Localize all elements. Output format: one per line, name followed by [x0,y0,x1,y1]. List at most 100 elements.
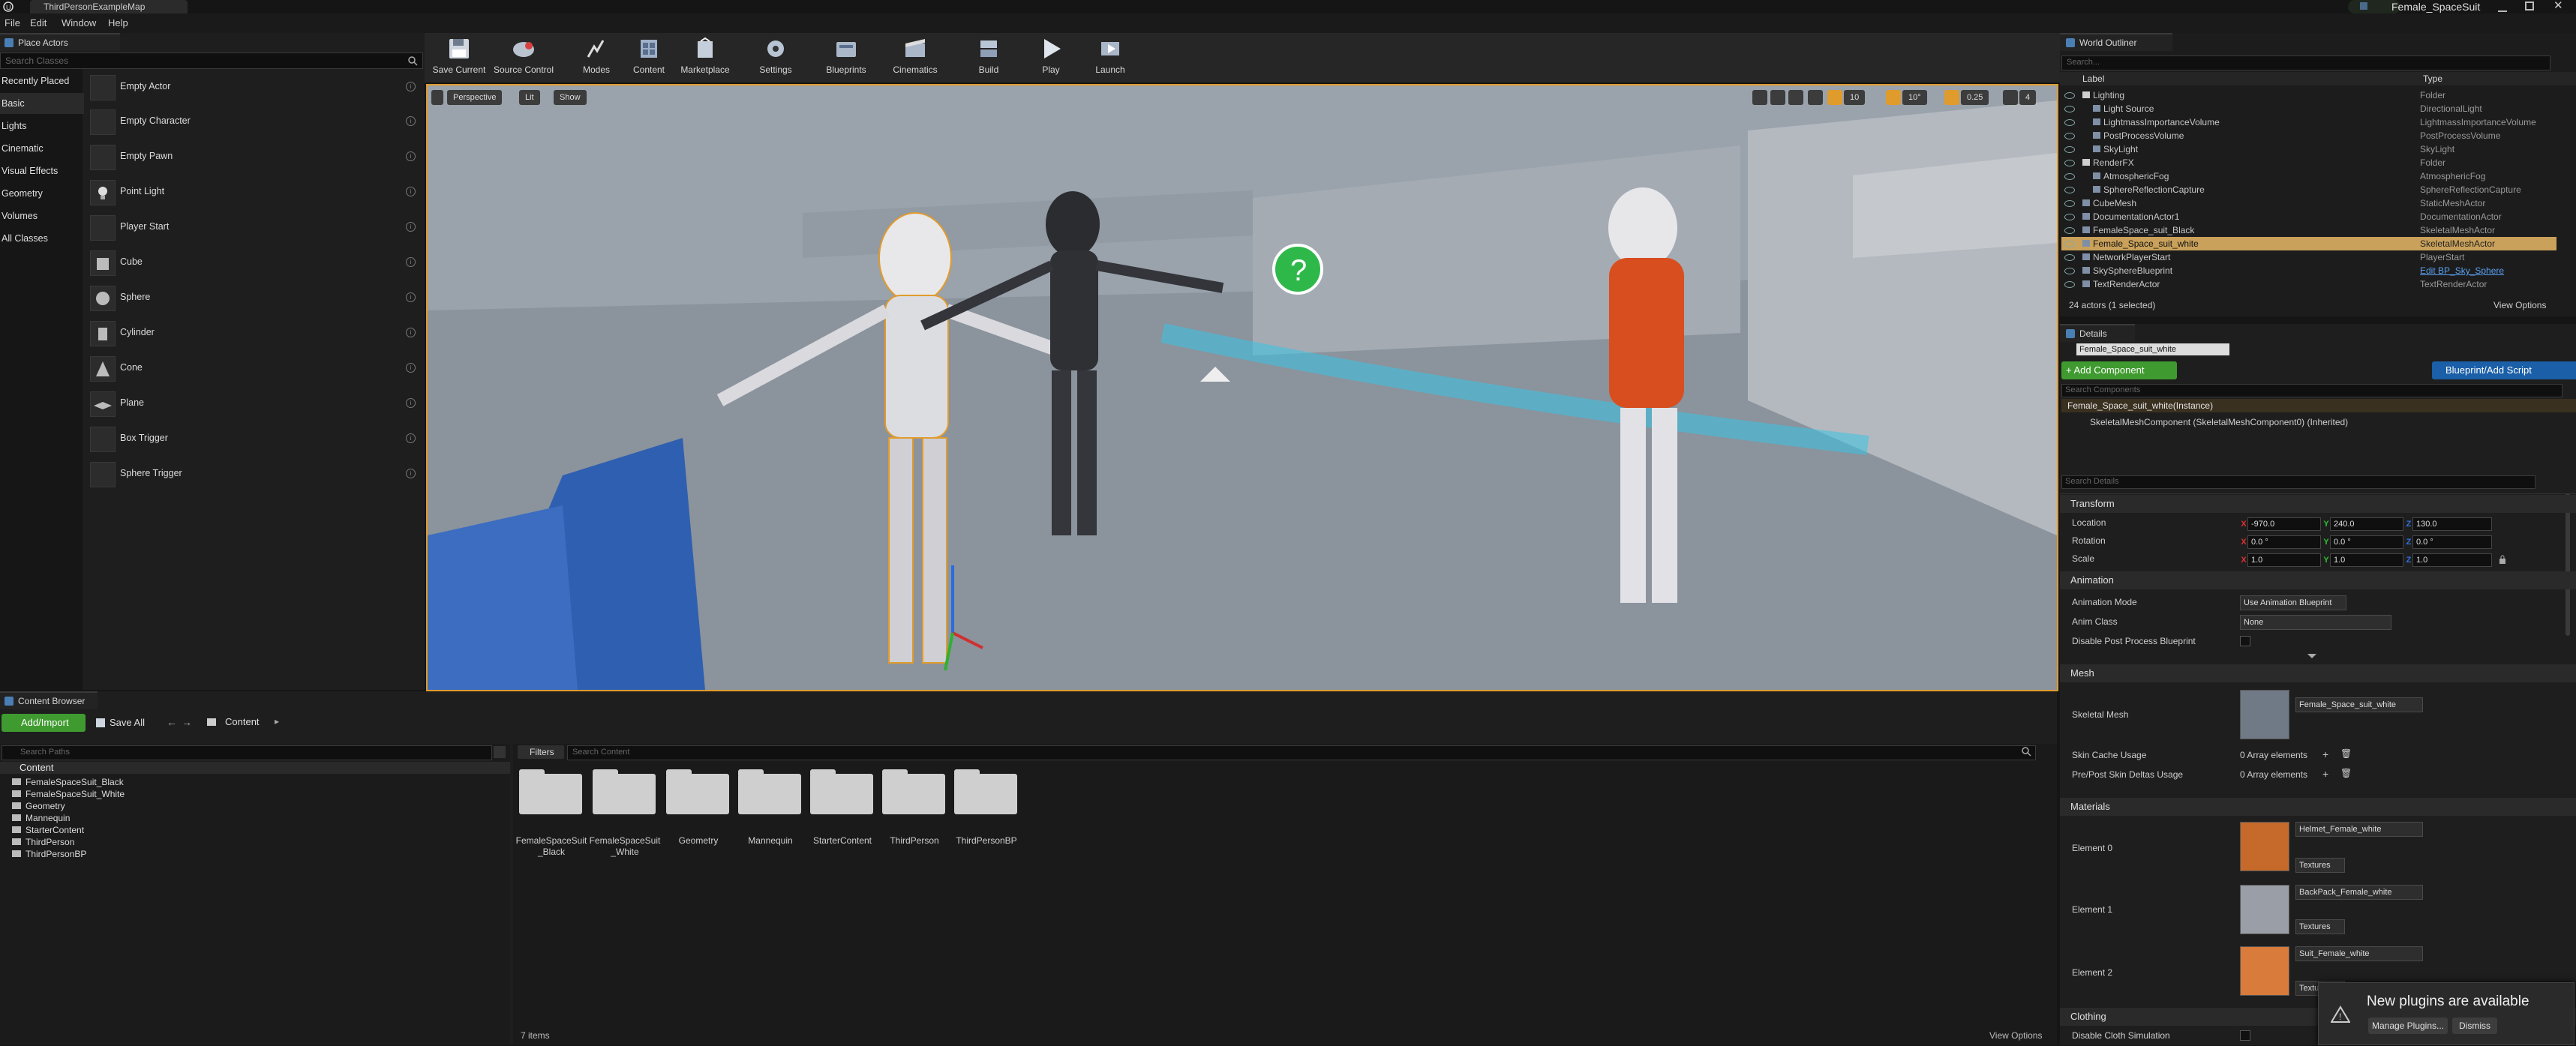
scale-snap-value[interactable]: 0.25 [1961,90,1989,105]
add-element-icon[interactable]: + [2322,748,2328,760]
outliner-row[interactable]: Light Source DirectionalLight [2061,102,2556,115]
forward-arrow-icon[interactable]: → [182,716,192,728]
textures-dropdown[interactable]: Textures [2295,919,2345,934]
tree-item[interactable]: FemaleSpaceSuit_Black [5,777,124,787]
info-icon[interactable]: i [406,151,416,161]
search-icon[interactable] [494,746,506,758]
info-icon[interactable]: i [406,187,416,196]
back-arrow-icon[interactable]: ← [167,716,177,728]
actor-item-box-trigger[interactable]: Box Trigger i [86,422,422,455]
world-outliner-tab[interactable]: World Outliner [2060,33,2172,51]
launch-button[interactable]: Launch [1082,36,1139,79]
tree-item[interactable]: StarterContent [5,825,84,835]
visibility-eye-icon[interactable] [2064,160,2075,166]
outliner-row[interactable]: PostProcessVolume PostProcessVolume [2061,129,2556,142]
marketplace-button[interactable]: Marketplace [677,36,734,79]
category-volumes[interactable]: Volumes [0,205,84,226]
rotation-x-field[interactable]: 0.0 ° [2247,535,2321,549]
scale-x-field[interactable]: 1.0 [2247,553,2321,567]
info-icon[interactable]: i [406,116,416,126]
rotation-snap-value[interactable]: 10° [1902,90,1927,105]
category-geometry[interactable]: Geometry [0,183,84,204]
minimize-button[interactable] [2498,3,2507,12]
outliner-row[interactable]: RenderFX Folder [2061,156,2556,169]
material-thumbnail[interactable] [2240,822,2289,871]
folder-item[interactable] [593,769,657,823]
location-z-field[interactable]: 130.0 [2412,517,2492,531]
close-button[interactable]: ✕ [2553,0,2565,12]
actor-item-point-light[interactable]: Point Light i [86,175,422,208]
visibility-eye-icon[interactable] [2064,214,2075,220]
rotation-y-field[interactable]: 0.0 ° [2330,535,2403,549]
search-components-input[interactable]: Search Components [2061,384,2562,397]
dismiss-button[interactable]: Dismiss [2452,1018,2497,1034]
animation-mode-dropdown[interactable]: Use Animation Blueprint [2240,595,2346,610]
maximize-button[interactable] [2525,1,2534,10]
actor-item-empty-character[interactable]: Empty Character i [86,105,422,138]
section-animation[interactable]: Animation [2060,571,2576,589]
build-button[interactable]: Build [960,36,1017,79]
outliner-row[interactable]: LightmassImportanceVolume LightmassImport… [2061,115,2556,129]
actor-item-plane[interactable]: Plane i [86,387,422,420]
grid-snap-icon[interactable] [1827,90,1842,105]
search-classes-input[interactable]: Search Classes [0,52,423,69]
outliner-row[interactable]: DocumentationActor1 DocumentationActor [2061,210,2556,223]
outliner-row[interactable]: AtmosphericFog AtmosphericFog [2061,169,2556,183]
tree-item[interactable]: ThirdPerson [5,837,74,847]
outliner-row[interactable]: TextRenderActor TextRenderActor [2061,277,2556,291]
folder-item[interactable] [738,769,803,823]
filters-button[interactable]: Filters [518,745,564,759]
place-actors-tab[interactable]: Place Actors [0,33,120,51]
blueprint-add-script-button[interactable]: Blueprint/Add Script [2432,361,2576,379]
settings-button[interactable]: Settings [749,36,803,79]
menu-file[interactable]: File [5,17,20,28]
camera-speed-value[interactable]: 4 [2019,90,2037,105]
viewport-options-button[interactable] [431,90,443,105]
source-control-button[interactable]: Source Control [491,36,557,79]
search-paths-input[interactable]: Search Paths [2,745,492,760]
section-materials[interactable]: Materials [2060,798,2576,816]
breadcrumb-content[interactable]: Content [225,716,260,727]
add-element-icon[interactable]: + [2322,768,2328,780]
visibility-eye-icon[interactable] [2064,254,2075,261]
material-dropdown[interactable]: Suit_Female_white [2295,946,2423,961]
tree-item[interactable]: ThirdPersonBP [5,849,86,859]
modes-button[interactable]: Modes [572,36,621,79]
search-details-input[interactable]: Search Details [2061,475,2535,489]
visibility-eye-icon[interactable] [2064,133,2075,139]
scale-snap-icon[interactable] [1944,90,1959,105]
save-current-button[interactable]: Save Current [431,36,488,79]
outliner-view-options[interactable]: View Options [2493,300,2546,310]
search-content-input[interactable]: Search Content [567,745,2036,760]
skeletal-mesh-dropdown[interactable]: Female_Space_suit_white [2295,697,2423,712]
category-cinematic[interactable]: Cinematic [0,138,84,159]
lit-button[interactable]: Lit [519,90,540,105]
material-thumbnail[interactable] [2240,885,2289,934]
folder-item[interactable] [954,769,1019,823]
outliner-row[interactable]: FemaleSpace_suit_Black SkeletalMeshActor [2061,223,2556,237]
transform-scale-icon[interactable] [1788,90,1803,105]
details-tab[interactable]: Details [2060,324,2135,342]
outliner-row[interactable]: SkySphereBlueprint Edit BP_Sky_Sphere [2061,264,2556,277]
visibility-eye-icon[interactable] [2064,187,2075,193]
visibility-eye-icon[interactable] [2064,106,2075,112]
camera-speed-icon[interactable] [2003,90,2018,105]
cinematics-button[interactable]: Cinematics [884,36,947,79]
disable-cloth-checkbox[interactable] [2240,1030,2250,1041]
category-visual-effects[interactable]: Visual Effects [0,160,84,181]
material-dropdown[interactable]: BackPack_Female_white [2295,885,2423,900]
outliner-search-input[interactable]: Search... [2061,55,2550,70]
actor-item-cube[interactable]: Cube i [86,246,422,279]
visibility-eye-icon[interactable] [2064,241,2075,247]
tree-item[interactable]: Geometry [5,801,65,811]
play-button[interactable]: Play [1026,36,1076,79]
level-tab[interactable]: ThirdPersonExampleMap [30,0,188,13]
outliner-row[interactable]: SkyLight SkyLight [2061,142,2556,156]
view-options-button[interactable]: View Options [1989,1030,2042,1041]
info-icon[interactable]: i [406,328,416,337]
visibility-eye-icon[interactable] [2064,281,2075,288]
info-icon[interactable]: i [406,363,416,373]
world-local-icon[interactable] [1808,90,1823,105]
breadcrumb-chevron-icon[interactable]: ▸ [275,716,279,727]
content-button[interactable]: Content [624,36,674,79]
